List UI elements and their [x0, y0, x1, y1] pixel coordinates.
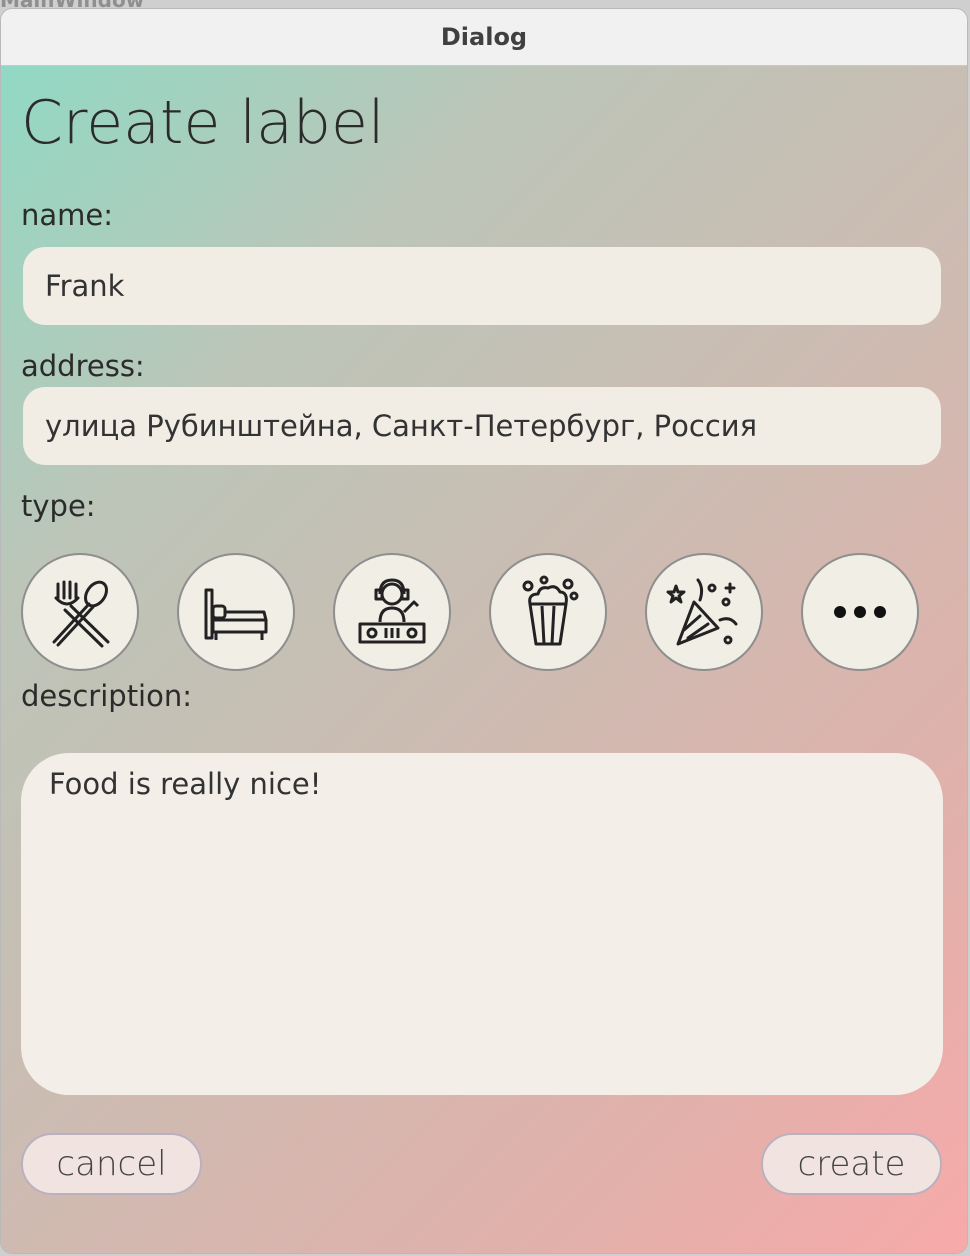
popcorn-icon: [522, 575, 579, 646]
fork-spoon-icon: [52, 580, 110, 648]
more-icon: [834, 606, 886, 618]
name-field[interactable]: Frank: [23, 247, 941, 325]
type-selector: [21, 553, 921, 673]
address-field[interactable]: улица Рубинштейна, Санкт-Петербург, Росс…: [23, 387, 941, 465]
description-label: description:: [21, 679, 193, 713]
type-label: type:: [21, 489, 96, 523]
type-nightlife-button[interactable]: [333, 553, 451, 671]
type-cinema-button[interactable]: [489, 553, 607, 671]
dialog-content: Create label name: Frank address: улица …: [1, 66, 967, 1253]
window-title: Dialog: [440, 23, 528, 51]
dialog-window: Dialog Create label name: Frank address:…: [0, 8, 968, 1254]
party-popper-icon: [666, 578, 738, 646]
cancel-button[interactable]: cancel: [21, 1133, 202, 1195]
type-restaurant-button[interactable]: [21, 553, 139, 671]
description-field[interactable]: Food is really nice!: [21, 753, 943, 1095]
create-button[interactable]: create: [761, 1133, 942, 1195]
bed-icon: [204, 588, 268, 640]
title-bar[interactable]: Dialog: [1, 9, 967, 66]
address-label: address:: [21, 349, 145, 383]
type-more-button[interactable]: [801, 553, 919, 671]
dj-icon: [358, 578, 426, 644]
page-title: Create label: [21, 88, 385, 158]
type-hotel-button[interactable]: [177, 553, 295, 671]
name-label: name:: [21, 198, 114, 232]
type-party-button[interactable]: [645, 553, 763, 671]
